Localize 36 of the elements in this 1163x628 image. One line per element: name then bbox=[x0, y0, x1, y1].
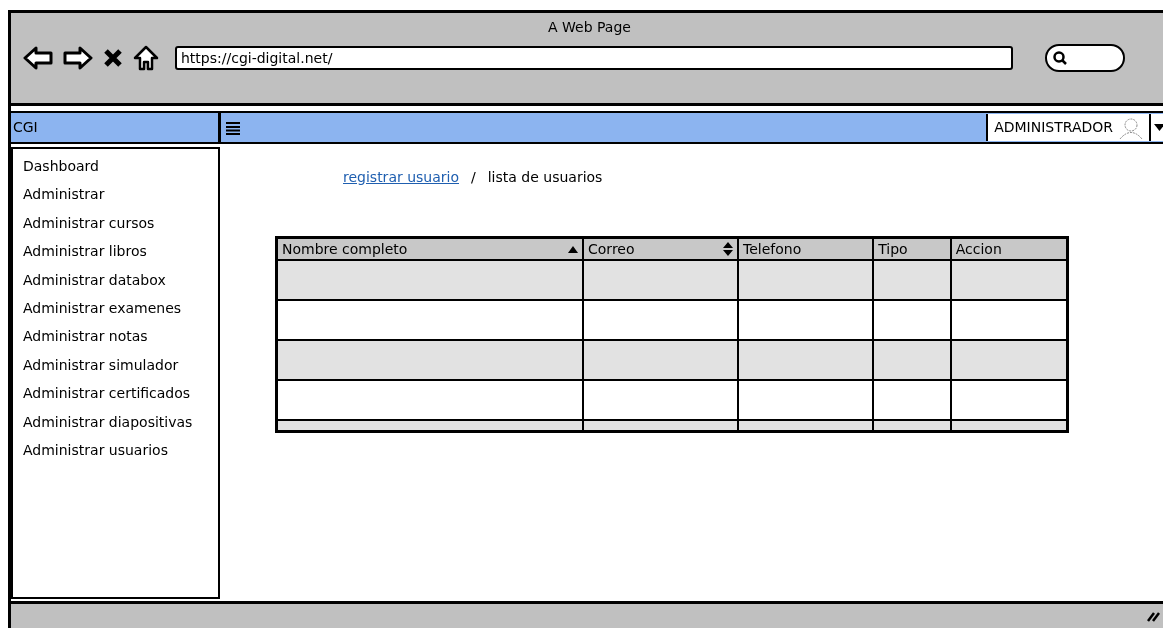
breadcrumb-current: lista de usuarios bbox=[487, 168, 603, 187]
forward-arrow-icon[interactable] bbox=[63, 46, 93, 70]
close-icon[interactable] bbox=[103, 48, 123, 68]
home-icon[interactable] bbox=[133, 45, 159, 71]
column-header[interactable]: Nombre completo bbox=[278, 239, 583, 259]
brand-label[interactable]: CGI bbox=[11, 113, 221, 142]
user-name: ADMINISTRADOR bbox=[994, 118, 1113, 137]
user-icon bbox=[1117, 115, 1145, 140]
column-header[interactable]: Correo bbox=[582, 239, 738, 259]
sidebar-item[interactable]: Administrar usuarios bbox=[23, 436, 218, 465]
sidebar-item[interactable]: Administrar libros bbox=[23, 237, 218, 266]
column-header[interactable]: Telefono bbox=[737, 239, 873, 259]
window-title: A Web Page bbox=[547, 18, 632, 37]
sort-up-icon[interactable] bbox=[568, 245, 579, 253]
sidebar-item[interactable]: Administrar simulador bbox=[23, 350, 218, 380]
column-header[interactable]: Tipo bbox=[872, 239, 950, 259]
sidebar-item[interactable]: Administrar bbox=[23, 180, 218, 209]
back-arrow-icon[interactable] bbox=[23, 46, 53, 70]
search-field[interactable] bbox=[1045, 44, 1125, 72]
register-user-link[interactable]: registrar usuario bbox=[343, 167, 459, 188]
column-header[interactable]: Accion bbox=[949, 239, 1066, 259]
sort-icon[interactable] bbox=[723, 242, 734, 256]
user-dropdown[interactable]: ADMINISTRADOR bbox=[986, 114, 1163, 141]
address-field[interactable]: https://cgi-digital.net/ bbox=[175, 46, 1013, 70]
sidebar-item[interactable]: Administrar cursos bbox=[23, 208, 218, 238]
sidebar-item[interactable]: Administrar databox bbox=[23, 265, 218, 295]
search-icon bbox=[1053, 51, 1067, 65]
menu-icon[interactable] bbox=[225, 120, 241, 135]
sidebar-item[interactable]: Administrar certificados bbox=[23, 379, 218, 408]
sidebar-item[interactable]: Dashboard bbox=[23, 152, 218, 181]
sidebar-item[interactable]: Administrar diapositivas bbox=[23, 407, 218, 437]
sidebar-item[interactable]: Administrar examenes bbox=[23, 294, 218, 323]
resize-grip-icon[interactable] bbox=[1146, 610, 1160, 622]
sidebar-item[interactable]: Administrar notas bbox=[23, 322, 218, 351]
breadcrumb-separator: / bbox=[471, 168, 476, 187]
caret-icon bbox=[1154, 124, 1163, 131]
